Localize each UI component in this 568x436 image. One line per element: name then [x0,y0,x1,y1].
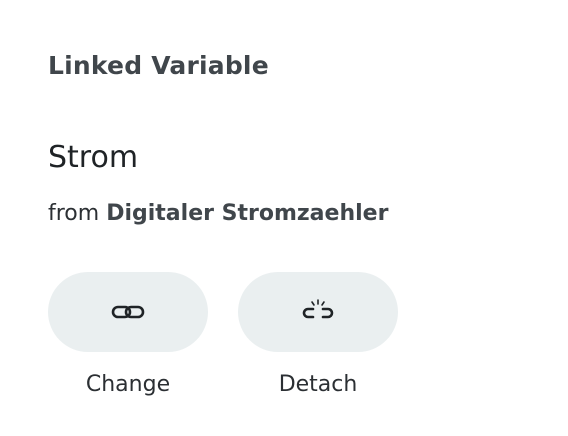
change-label: Change [85,372,171,397]
unlink-icon [302,299,334,319]
source-device-name: Digitaler Stromzaehler [106,201,389,226]
variable-name: Strom [48,140,139,175]
panel-title: Linked Variable [48,51,269,80]
linked-variable-panel: Linked Variable Strom from Digitaler Str… [0,0,568,436]
detach-button[interactable] [238,272,398,352]
change-button[interactable] [48,272,208,352]
detach-label: Detach [278,372,358,397]
detach-action: Detach [238,272,398,397]
change-action: Change [48,272,208,397]
variable-source: from Digitaler Stromzaehler [48,201,388,226]
link-icon [111,305,145,319]
source-prefix: from [48,201,100,226]
